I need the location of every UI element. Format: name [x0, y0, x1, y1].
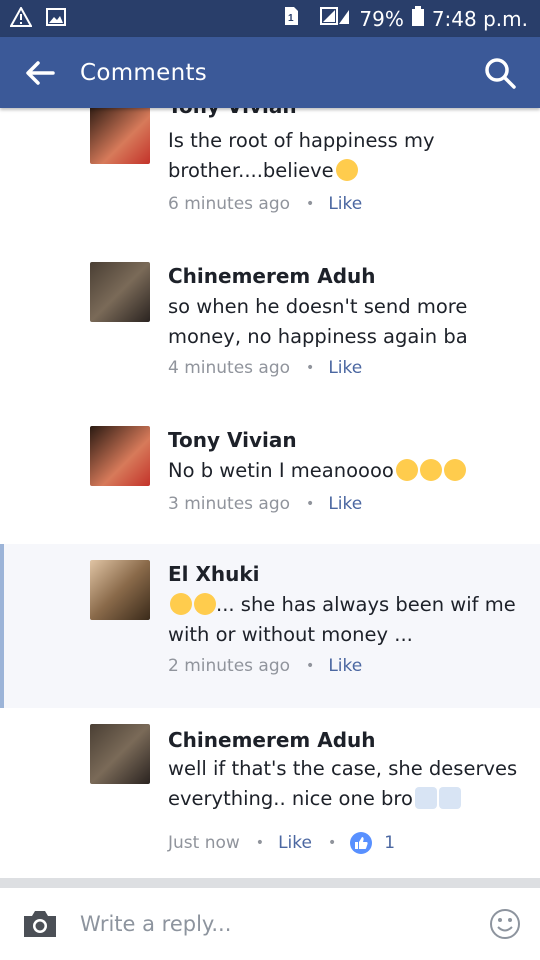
- avatar[interactable]: [90, 426, 150, 486]
- avatar[interactable]: [90, 108, 150, 164]
- back-arrow-icon: [26, 60, 55, 85]
- avatar[interactable]: [90, 560, 150, 620]
- emoji-button[interactable]: [470, 908, 540, 940]
- comment-item: Tony Vivian No b wetin I meanoooo 3 minu…: [0, 424, 540, 534]
- status-bar: 1 79% 7:48 p.m.: [0, 0, 540, 37]
- separator-dot: •: [255, 835, 265, 851]
- comment-text: so when he doesn't send more money, no h…: [168, 295, 468, 348]
- avatar[interactable]: [90, 724, 150, 784]
- laughing-emoji-icon: [168, 593, 216, 616]
- app-bar: Comments: [0, 37, 540, 108]
- battery-level: 79%: [359, 6, 404, 31]
- comment-text: ... she has always been wif me with or w…: [168, 593, 516, 646]
- comment-timestamp: 6 minutes ago: [168, 194, 291, 214]
- smiley-icon: [490, 909, 520, 939]
- comment-author[interactable]: El Xhuki: [168, 562, 260, 586]
- comment-list[interactable]: Tony Vivian Is the root of happiness my …: [0, 108, 540, 878]
- sim-icon: 1: [283, 6, 299, 31]
- comment-item: Chinemerem Aduh well if that's the case,…: [0, 716, 540, 866]
- divider: [0, 878, 540, 888]
- camera-icon: [24, 911, 56, 937]
- battery-icon: [411, 6, 424, 31]
- comment-text: No b wetin I meanoooo: [168, 456, 528, 486]
- comment-timestamp: 2 minutes ago: [168, 656, 291, 676]
- separator-dot: •: [306, 658, 315, 674]
- search-button[interactable]: [460, 37, 540, 108]
- comment-meta: 6 minutes ago • Like: [168, 194, 362, 214]
- like-button[interactable]: Like: [328, 358, 362, 378]
- like-button[interactable]: Like: [278, 833, 312, 853]
- reply-input[interactable]: Write a reply...: [80, 912, 470, 936]
- page-title: Comments: [80, 59, 208, 86]
- comment-author[interactable]: Chinemerem Aduh: [168, 264, 375, 288]
- comment-text: well if that's the case, she deserves ev…: [168, 757, 518, 810]
- comment-meta: 2 minutes ago • Like: [168, 656, 362, 676]
- like-reaction-icon[interactable]: [350, 832, 373, 854]
- search-icon: [485, 57, 516, 89]
- comment-timestamp: Just now: [168, 833, 240, 853]
- warning-icon: [9, 5, 33, 31]
- comment-author[interactable]: Chinemerem Aduh: [168, 728, 375, 752]
- avatar[interactable]: [90, 262, 150, 322]
- comment-item-highlighted: El Xhuki ... she has always been wif me …: [0, 544, 540, 708]
- like-button[interactable]: Like: [328, 194, 362, 214]
- svg-text:1: 1: [288, 13, 294, 24]
- comment-author[interactable]: Tony Vivian: [168, 428, 297, 452]
- comment-author[interactable]: Tony Vivian: [168, 108, 297, 118]
- clapping-hands-emoji-icon: [413, 787, 461, 810]
- comment-timestamp: 4 minutes ago: [168, 358, 291, 378]
- signal-icon: [307, 6, 351, 31]
- woozy-emoji-icon: [394, 459, 466, 482]
- separator-dot: •: [327, 835, 337, 851]
- image-icon: [46, 7, 66, 30]
- reply-composer: Write a reply...: [0, 888, 540, 960]
- smile-emoji-icon: [335, 159, 358, 181]
- comment-text: Is the root of happiness my brother....b…: [168, 129, 435, 182]
- separator-dot: •: [306, 360, 315, 376]
- comment-item: Tony Vivian Is the root of happiness my …: [0, 108, 540, 244]
- like-button[interactable]: Like: [328, 494, 362, 514]
- reaction-count[interactable]: 1: [384, 833, 395, 853]
- comment-meta: 4 minutes ago • Like: [168, 358, 362, 378]
- comment-timestamp: 3 minutes ago: [168, 494, 291, 514]
- clock: 7:48 p.m.: [431, 6, 528, 31]
- separator-dot: •: [306, 496, 315, 512]
- back-button[interactable]: [0, 37, 80, 108]
- comment-item: Chinemerem Aduh so when he doesn't send …: [0, 258, 540, 398]
- comment-meta: Just now • Like • 1: [168, 832, 395, 854]
- like-button[interactable]: Like: [328, 656, 362, 676]
- comment-meta: 3 minutes ago • Like: [168, 494, 362, 514]
- camera-button[interactable]: [0, 909, 80, 939]
- separator-dot: •: [306, 196, 315, 212]
